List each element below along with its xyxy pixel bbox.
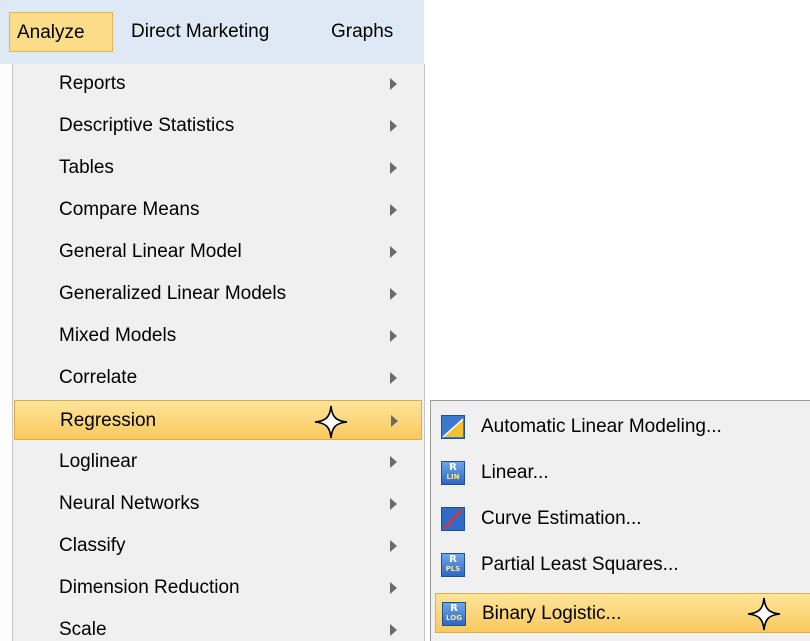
menu-direct-marketing[interactable]: Direct Marketing: [131, 12, 269, 52]
partial-least-squares-icon: R PLS: [441, 553, 465, 577]
menu-item-tables[interactable]: Tables: [14, 148, 422, 188]
menu-item-label: Dimension Reduction: [59, 577, 240, 598]
menu-item-label: Mixed Models: [59, 325, 177, 346]
sparkle-star-icon: [314, 405, 348, 439]
menu-item-label: Classify: [59, 535, 126, 556]
submenu-arrow-icon: [390, 204, 397, 216]
menu-item-label: Correlate: [59, 367, 138, 388]
menu-item-reports[interactable]: Reports: [14, 64, 422, 104]
submenu-arrow-icon: [390, 330, 397, 342]
menu-item-dimension-reduction[interactable]: Dimension Reduction: [14, 568, 422, 608]
icon-letter: R: [449, 462, 457, 473]
linear-regression-icon: R LIN: [441, 461, 465, 485]
submenu-arrow-icon: [390, 624, 397, 636]
icon-caption: LOG: [446, 614, 462, 622]
submenu-arrow-icon: [390, 540, 397, 552]
menu-item-label: Descriptive Statistics: [59, 115, 235, 136]
submenu-item-label: Linear...: [481, 462, 549, 483]
menu-item-generalized-linear-models[interactable]: Generalized Linear Models: [14, 274, 422, 314]
submenu-arrow-icon: [390, 498, 397, 510]
submenu-item-linear[interactable]: R LIN Linear...: [435, 453, 810, 493]
icon-caption: PLS: [445, 565, 461, 573]
icon-letter: R: [449, 554, 457, 565]
menu-item-general-linear-model[interactable]: General Linear Model: [14, 232, 422, 272]
submenu-arrow-icon: [390, 162, 397, 174]
menu-item-compare-means[interactable]: Compare Means: [14, 190, 422, 230]
menu-item-mixed-models[interactable]: Mixed Models: [14, 316, 422, 356]
submenu-item-label: Automatic Linear Modeling...: [481, 416, 722, 437]
binary-logistic-icon: R LOG: [442, 602, 466, 626]
submenu-item-label: Binary Logistic...: [482, 603, 622, 624]
menu-item-label: Loglinear: [59, 451, 138, 472]
menu-item-label: Generalized Linear Models: [59, 283, 287, 304]
submenu-item-label: Partial Least Squares...: [481, 554, 679, 575]
submenu-arrow-icon: [390, 582, 397, 594]
menu-icon-gutter: [0, 64, 13, 641]
automatic-linear-modeling-icon: [441, 415, 465, 439]
menu-item-classify[interactable]: Classify: [14, 526, 422, 566]
menu-item-label: Scale: [59, 619, 107, 640]
icon-letter: R: [450, 603, 458, 614]
submenu-arrow-icon: [390, 120, 397, 132]
menu-item-neural-networks[interactable]: Neural Networks: [14, 484, 422, 524]
icon-caption: LIN: [446, 473, 460, 481]
menu-item-descriptive-statistics[interactable]: Descriptive Statistics: [14, 106, 422, 146]
submenu-arrow-icon: [391, 415, 398, 427]
submenu-arrow-icon: [390, 288, 397, 300]
submenu-arrow-icon: [390, 456, 397, 468]
menu-item-label: Tables: [59, 157, 114, 178]
menu-item-label: General Linear Model: [59, 241, 242, 262]
menu-analyze[interactable]: Analyze: [9, 12, 113, 52]
curve-estimation-icon: [441, 507, 465, 531]
submenu-item-automatic-linear-modeling[interactable]: Automatic Linear Modeling...: [435, 407, 810, 447]
submenu-arrow-icon: [390, 78, 397, 90]
submenu-item-partial-least-squares[interactable]: R PLS Partial Least Squares...: [435, 545, 810, 585]
analyze-dropdown: Reports Descriptive Statistics Tables Co…: [0, 64, 425, 641]
menu-item-label: Reports: [59, 73, 126, 94]
sparkle-star-icon: [747, 597, 781, 631]
submenu-item-label: Curve Estimation...: [481, 508, 642, 529]
menu-item-label: Compare Means: [59, 199, 200, 220]
menu-item-label: Neural Networks: [59, 493, 200, 514]
menu-item-correlate[interactable]: Correlate: [14, 358, 422, 398]
submenu-arrow-icon: [390, 246, 397, 258]
spss-analyze-menu-screen: Analyze Direct Marketing Graphs Reports …: [0, 0, 810, 641]
menu-item-label: Regression: [60, 410, 157, 431]
menu-item-scale[interactable]: Scale: [14, 610, 422, 641]
menu-bar: Analyze Direct Marketing Graphs: [0, 0, 424, 65]
submenu-arrow-icon: [390, 372, 397, 384]
menu-item-loglinear[interactable]: Loglinear: [14, 442, 422, 482]
menu-item-regression[interactable]: Regression: [14, 400, 422, 440]
menu-graphs[interactable]: Graphs: [331, 12, 393, 52]
submenu-item-curve-estimation[interactable]: Curve Estimation...: [435, 499, 810, 539]
